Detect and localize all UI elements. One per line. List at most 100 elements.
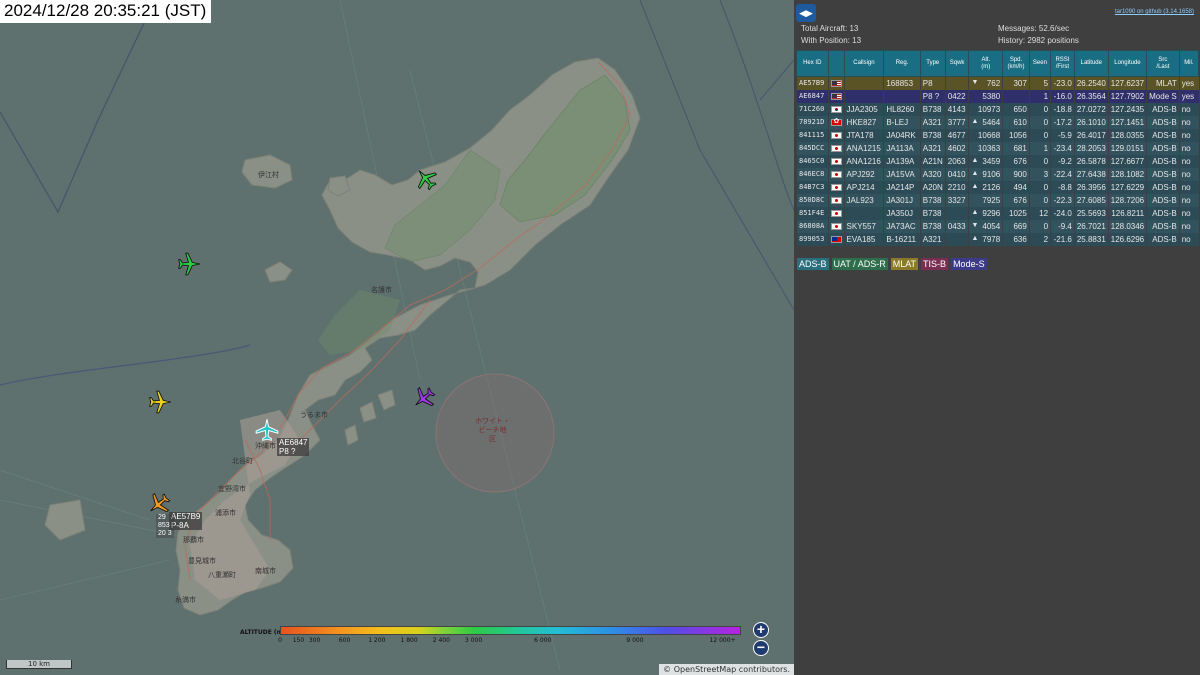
cell-reg: JA214P xyxy=(883,180,921,194)
map-attribution[interactable]: © OpenStreetMap contributors. xyxy=(659,664,794,675)
sidebar-toggle-button[interactable]: ◀▶ xyxy=(796,4,816,22)
table-row[interactable]: AE57B9 168853 P8 ▼ 762 307 5 -23.0 26.2540 127.62… xyxy=(796,76,1199,90)
cell-sqwk xyxy=(944,76,969,90)
cell-seen: 0 xyxy=(1028,193,1051,207)
clock-display: 2024/12/28 20:35:21 (JST) xyxy=(0,0,212,23)
column-header-callsign[interactable]: Callsign xyxy=(843,50,885,77)
selected-aircraft-label: AE6847 P8 ? xyxy=(277,438,310,456)
column-header-squawk[interactable]: Sqwk xyxy=(944,50,970,77)
table-row[interactable]: 845DCC ANA1215 JA113A A321 4602 10363 681 1 -23.… xyxy=(796,141,1199,155)
cell-type: B738 xyxy=(919,128,946,142)
table-row[interactable]: 851F4E JA350J B738 ▲ 9296 1025 12 -24.0 25.5693 1… xyxy=(796,206,1199,220)
cell-mil: no xyxy=(1178,193,1199,207)
cell-seen: 3 xyxy=(1028,167,1051,181)
column-header-speed[interactable]: Spd. (km/h) xyxy=(1002,50,1030,77)
column-header-type[interactable]: Type xyxy=(919,50,946,77)
cell-type: B738 xyxy=(919,219,946,233)
column-header-latitude[interactable]: Latitude xyxy=(1073,50,1109,77)
legend-tick: 600 xyxy=(338,637,351,644)
table-row[interactable]: 850D8C JAL923 JA301J B738 3327 7925 676 0 -22.3 2… xyxy=(796,193,1199,207)
column-header-flag[interactable] xyxy=(827,50,845,77)
altitude-trend-icon: ▲ xyxy=(971,182,979,190)
cell-altitude: 10668 xyxy=(968,128,1003,142)
cell-reg: JA301J xyxy=(883,193,921,207)
cell-reg: HL8260 xyxy=(883,102,921,116)
label-line: 29 xyxy=(158,514,166,521)
table-row[interactable]: AE6847 P8 ? 0422 5380 1 -16.0 26.3564 127.7902 M… xyxy=(796,89,1199,103)
cell-type: P8 xyxy=(919,76,946,90)
cell-lat: 26.1010 xyxy=(1073,115,1109,129)
cell-reg: JA139A xyxy=(883,154,921,168)
place-label: 伊江村 xyxy=(258,171,279,179)
cell-hex: 84B7C3 xyxy=(796,180,829,194)
column-header-reg[interactable]: Reg. xyxy=(883,50,921,77)
aircraft-icon-green[interactable] xyxy=(176,251,202,277)
cell-seen: 0 xyxy=(1028,102,1051,116)
aircraft-table: Hex ID Callsign Reg. Type Sqwk Alt. (m) … xyxy=(796,50,1200,246)
cell-spd: 636 xyxy=(1002,232,1030,246)
version-link[interactable]: tar1090 on github (3.14.1658) xyxy=(1115,9,1194,15)
cell-reg: JA73AC xyxy=(883,219,921,233)
mlat-aircraft-sublabel: 29 853 20 3 xyxy=(156,514,174,538)
attribution-text[interactable]: © OpenStreetMap contributors. xyxy=(663,665,790,674)
aircraft-icon-yellow[interactable] xyxy=(147,389,173,415)
place-label: 那覇市 xyxy=(183,536,204,544)
zoom-in-button[interactable]: + xyxy=(753,622,769,638)
altitude-value: 5464 xyxy=(982,117,1001,127)
sidebar: ◀▶ tar1090 on github (3.14.1658) Total A… xyxy=(794,0,1200,675)
table-row[interactable]: 78921D HKE827B-LEJA3213777▲54646100-17.22… xyxy=(796,115,1199,129)
cell-seen: 1 xyxy=(1028,141,1051,155)
place-label: 南城市 xyxy=(255,567,276,575)
source-legend-item: MLAT xyxy=(890,258,919,270)
cell-seen: 0 xyxy=(1028,180,1051,194)
altitude-trend-icon: ▲ xyxy=(971,208,979,216)
column-header-longitude[interactable]: Longitude xyxy=(1107,50,1148,77)
cell-altitude: 10363 xyxy=(968,141,1003,155)
cell-sqwk xyxy=(944,232,969,246)
column-header-hex[interactable]: Hex ID xyxy=(796,50,829,77)
zoom-out-button[interactable]: − xyxy=(753,640,769,656)
scale-bar: 10 km xyxy=(6,660,72,669)
table-row[interactable]: 86808A SKY557 JA73AC B738 0433 ▼ 4054 669 0 -9.4 2… xyxy=(796,219,1199,233)
cell-type: A20N xyxy=(919,180,946,194)
cell-altitude: ▼ 4054 xyxy=(968,219,1003,233)
cell-lon: 126.6296 xyxy=(1107,232,1147,246)
flag-us-icon xyxy=(830,80,842,88)
table-row[interactable]: 8465C0 ANA1216 JA139A A21N 2063 ▲ 3459 676 0 -9.2… xyxy=(796,154,1199,168)
cell-hex: 899053 xyxy=(796,232,829,246)
cell-callsign: EVA185 xyxy=(843,232,884,246)
cell-rssi: -23.4 xyxy=(1050,141,1075,155)
cell-sqwk: 3327 xyxy=(944,193,969,207)
cell-lat: 26.3956 xyxy=(1073,180,1109,194)
column-header-source[interactable]: Src /Last xyxy=(1146,50,1180,77)
cell-hex: AE6847 xyxy=(796,89,829,103)
map-view[interactable]: 2024/12/28 20:35:21 (JST) 名護市 うるま市 沖縄市 浦… xyxy=(0,0,794,675)
altitude-trend-icon: ▼ xyxy=(971,221,979,229)
table-row[interactable]: 841115 JTA178 JA04RK B738 4677 10668 1056 0 -5.9… xyxy=(796,128,1199,142)
table-row[interactable]: 899053 EVA185 B-16211 A321 ▲ 7978 636 2 -21.6 25.… xyxy=(796,232,1199,246)
cell-hex: 841115 xyxy=(796,128,829,142)
flag-jp-icon xyxy=(830,222,842,230)
table-row[interactable]: 71C260 JJA2305 HL8260 B738 4143 10973 650 0 -18.… xyxy=(796,102,1199,116)
column-header-seen[interactable]: Seen xyxy=(1028,50,1052,77)
column-header-rssi[interactable]: RSSI /First xyxy=(1050,50,1075,77)
cell-callsign: JJA2305 xyxy=(843,102,884,116)
cell-rssi: -22.4 xyxy=(1050,167,1075,181)
cell-lat: 26.2540 xyxy=(1073,76,1109,90)
altitude-trend-icon: ▲ xyxy=(971,234,979,242)
cell-reg: B-LEJ xyxy=(883,115,921,129)
label-type: P-8A xyxy=(171,521,189,530)
column-header-military[interactable]: Mil. xyxy=(1178,50,1200,77)
table-row[interactable]: 84B7C3 APJ214 JA214P A20N 2210 ▲ 2126 494 0 -8.8 2… xyxy=(796,180,1199,194)
legend-tick: 9 000 xyxy=(626,637,644,644)
column-header-altitude[interactable]: Alt. (m) xyxy=(968,50,1004,77)
cell-mil: no xyxy=(1178,154,1199,168)
cell-seen: 0 xyxy=(1028,128,1051,142)
altitude-value: 7925 xyxy=(982,195,1001,205)
table-row[interactable]: 846EC8 APJ292 JA15VA A320 0410 ▲ 9106 900 3 -22.4… xyxy=(796,167,1199,181)
cell-callsign xyxy=(843,76,884,90)
source-legend-item: Mode-S xyxy=(951,258,987,270)
cell-sqwk: 0422 xyxy=(944,89,969,103)
cell-hex: 86808A xyxy=(796,219,829,233)
cell-mil: no xyxy=(1178,180,1199,194)
